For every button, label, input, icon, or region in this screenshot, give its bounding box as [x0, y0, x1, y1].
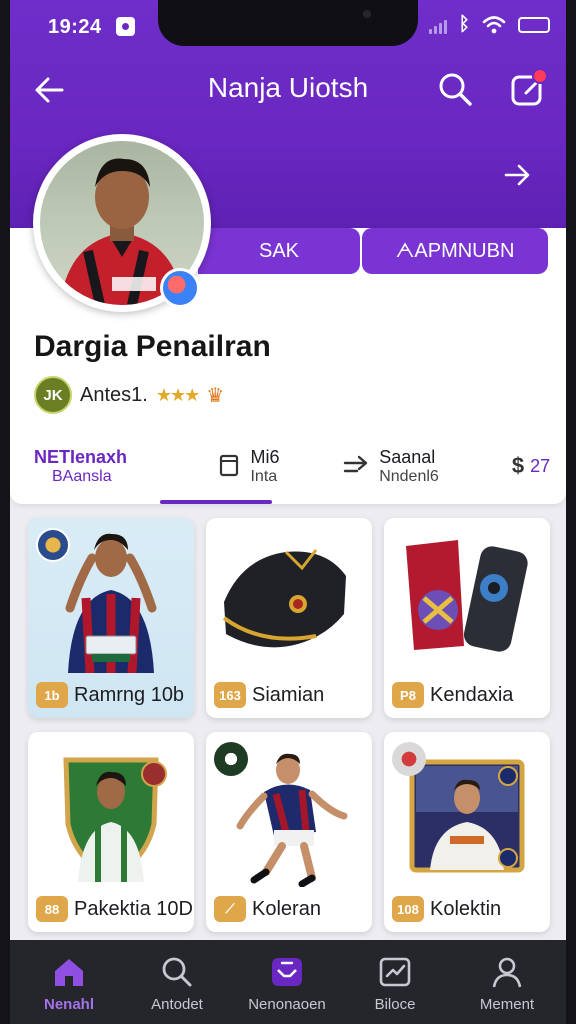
- nav-profile-label: Mement: [479, 996, 535, 1013]
- forward-arrow-icon[interactable]: [500, 158, 534, 192]
- stat-tab-1[interactable]: NETIenaxh BAansla: [34, 434, 184, 498]
- stats-tabs: NETIenaxh BAansla Mi6 Inta Saanal Nndenl…: [10, 434, 566, 504]
- stat-tab-4[interactable]: $ 27: [496, 434, 566, 498]
- card-footer: 163 Siamian: [214, 682, 324, 708]
- club-crest-icon: [392, 742, 426, 776]
- card-label: Ramrng 10b: [74, 683, 185, 706]
- card-badge: P8: [392, 682, 424, 708]
- club-crest-icon: [36, 528, 70, 562]
- collection-card[interactable]: ⟋ Koleran: [206, 732, 372, 932]
- stat-tab-2[interactable]: Mi6 Inta: [184, 434, 314, 498]
- bookmark-icon: [220, 454, 239, 477]
- card-badge: 1b: [36, 682, 68, 708]
- notification-app-icon: [116, 17, 135, 36]
- card-footer: P8 Kendaxia: [392, 682, 513, 708]
- collection-card[interactable]: 1b Ramrng 10b: [28, 518, 194, 718]
- active-tab-indicator: [160, 500, 272, 504]
- profile-icon: [492, 957, 522, 988]
- battery-icon: [518, 17, 550, 33]
- cell-signal-icon: [428, 16, 447, 34]
- username: Dargia Penailran: [34, 330, 271, 363]
- status-icons: ᛒ: [428, 14, 550, 36]
- edit-button[interactable]: [508, 68, 550, 110]
- card-label: Koleran: [252, 897, 321, 920]
- stat-4-value: 27: [530, 455, 551, 476]
- stat-1-sub: BAansla: [52, 467, 112, 485]
- card-footer: 1b Ramrng 10b: [36, 682, 184, 708]
- camera-notch: [158, 0, 418, 46]
- bottom-navigation: Nenahl Antodet Nenonaoen Biloce Mement: [0, 940, 576, 1024]
- bezel-right: [566, 0, 576, 1024]
- chart-icon: [379, 957, 411, 987]
- stat-3-title: Saanal: [379, 446, 436, 467]
- club-crest-icon: [214, 742, 248, 776]
- card-badge: ⟋: [214, 896, 246, 922]
- rank-badge-icon: JK: [34, 376, 72, 414]
- collection-card[interactable]: P8 Kendaxia: [384, 518, 550, 718]
- jersey-art: [222, 549, 346, 648]
- status-time: 19:24: [48, 16, 102, 38]
- card-badge: 88: [36, 896, 68, 922]
- shield-card-art: [63, 757, 167, 882]
- nav-stats-label: Biloce: [374, 996, 416, 1013]
- nav-inbox-label: Nenonaoen: [248, 996, 326, 1013]
- profile-tab-1[interactable]: SAK: [198, 228, 360, 274]
- stat-tab-3[interactable]: Saanal Nndenl6: [316, 434, 466, 498]
- card-footer: 88 Pakektia 10D: [36, 896, 193, 922]
- nav-search-label: Antodet: [151, 996, 203, 1013]
- transfer-arrow-icon: [343, 455, 368, 473]
- nav-search[interactable]: Antodet: [122, 954, 232, 1013]
- rank-row: JK Antes1. ★★★ ♛: [34, 376, 224, 414]
- currency-icon: $: [511, 453, 525, 478]
- wifi-icon: [482, 16, 506, 34]
- stat-3-sub: Nndenl6: [379, 467, 439, 485]
- card-label: Siamian: [252, 683, 325, 706]
- search-icon[interactable]: [436, 70, 474, 108]
- nav-inbox[interactable]: Nenonaoen: [232, 954, 342, 1013]
- rank-stars: ★★★: [155, 384, 200, 405]
- profile-tab-2[interactable]: ᗅAPMNUBN: [362, 228, 548, 274]
- stat-2-title: Mi6: [250, 446, 280, 467]
- collection-card[interactable]: 108 Kolektin: [384, 732, 550, 932]
- collection-card[interactable]: 88 Pakektia 10D: [28, 732, 194, 932]
- verified-badge-icon: [160, 268, 200, 308]
- card-badge: 108: [392, 896, 424, 922]
- nav-profile[interactable]: Mement: [452, 954, 562, 1013]
- card-footer: 108 Kolektin: [392, 896, 501, 922]
- card-footer: ⟋ Koleran: [214, 896, 321, 922]
- card-label: Kendaxia: [430, 683, 514, 706]
- crown-icon: ♛: [206, 384, 225, 407]
- bezel-left: [0, 0, 10, 1024]
- nav-stats[interactable]: Biloce: [340, 954, 450, 1013]
- notification-badge: [532, 68, 548, 84]
- collection-card[interactable]: 163 Siamian: [206, 518, 372, 718]
- inbox-icon: [272, 958, 302, 986]
- page-title: Nanja Uiotsh: [207, 72, 369, 103]
- stat-1-title: NETIenaxh: [34, 446, 128, 467]
- card-label: Kolektin: [430, 897, 502, 920]
- card-badge: 163: [214, 682, 246, 708]
- phone-screen: 19:24 ᛒ Nanja Uiotsh SAK ᗅAPMNUBN Dargia…: [0, 0, 576, 1024]
- bluetooth-icon: ᛒ: [458, 14, 470, 35]
- rank-text: Antes1.: [80, 383, 148, 406]
- home-icon: [55, 959, 83, 986]
- accessories-art: [406, 540, 528, 652]
- stat-2-sub: Inta: [250, 467, 278, 485]
- card-label: Pakektia 10D: [74, 897, 193, 920]
- nav-home-label: Nenahl: [43, 996, 94, 1013]
- nav-home[interactable]: Nenahl: [14, 954, 124, 1013]
- search-icon: [162, 957, 192, 987]
